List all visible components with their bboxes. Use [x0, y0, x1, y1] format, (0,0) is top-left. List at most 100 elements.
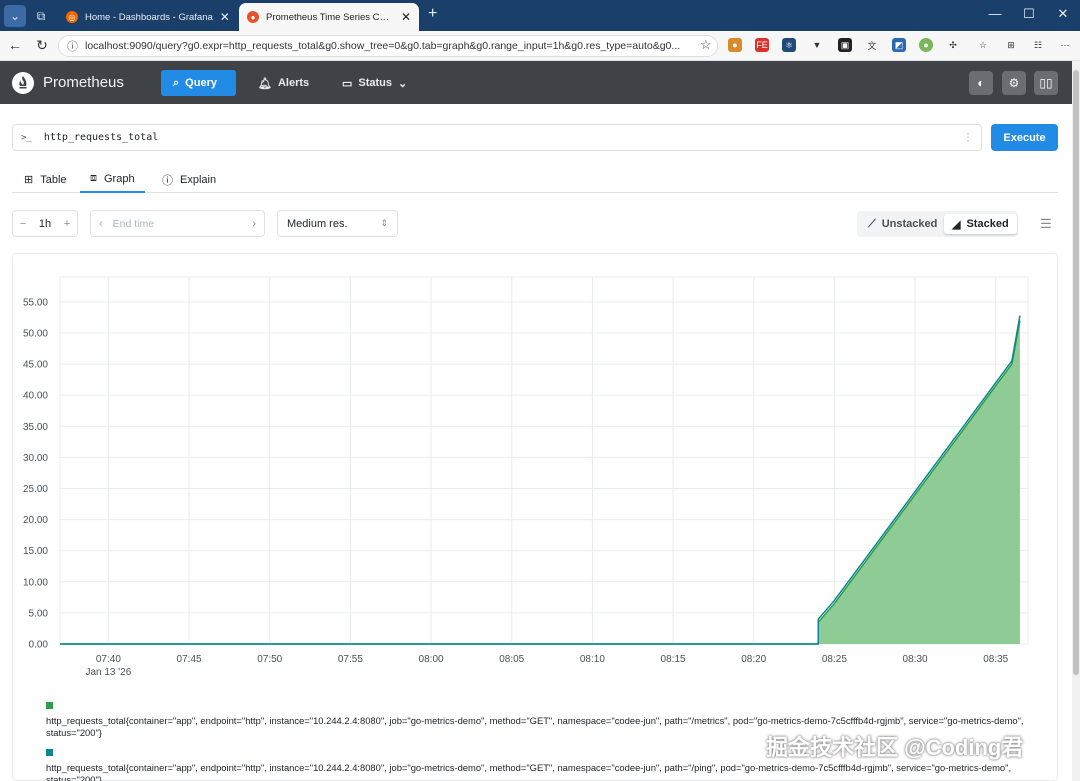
green-extension-icon[interactable]: ● [919, 38, 933, 52]
maximize-button[interactable]: ☐ [1018, 6, 1040, 22]
fe-extension-icon[interactable]: FE [755, 38, 769, 52]
translate-extension-icon[interactable]: 文 [865, 38, 879, 52]
browser-tab-grafana[interactable]: ◎ Home - Dashboards - Grafana ✕ [58, 3, 236, 31]
close-icon[interactable]: ✕ [401, 10, 411, 24]
x-tick-label: 08:25 [822, 654, 847, 665]
select-arrows-icon: ⇕ [380, 218, 388, 228]
tab-graph-label: Graph [104, 172, 135, 185]
y-tick-label: 50.00 [23, 328, 48, 339]
chevron-right-icon[interactable]: › [252, 218, 256, 230]
expression-text: http_requests_total [43, 132, 159, 143]
x-tick-label: 08:30 [903, 654, 928, 665]
site-info-icon[interactable]: ⓘ [67, 38, 78, 54]
window-close-button[interactable]: ✕ [1052, 6, 1074, 22]
extensions-puzzle-icon[interactable]: ✣ [946, 38, 960, 52]
y-tick-label: 5.00 [29, 608, 49, 619]
chevron-left-icon[interactable]: ‹ [99, 218, 103, 230]
cookie-extension-icon[interactable]: ● [728, 38, 742, 52]
close-icon[interactable]: ✕ [220, 10, 230, 24]
nav-alerts-label: Alerts [277, 77, 310, 89]
tab-title: Prometheus Time Series Collection [266, 11, 394, 23]
more-menu-icon[interactable]: ⋯ [1058, 38, 1072, 52]
series-color-swatch [46, 749, 53, 756]
favorite-star-icon[interactable]: ☆ [700, 37, 712, 53]
table-icon: ⊞ [24, 174, 34, 186]
vue-extension-icon[interactable]: ▼ [810, 38, 824, 52]
favorites-icon[interactable]: ☆ [976, 38, 990, 52]
tab-explain-label: Explain [180, 173, 217, 186]
y-tick-label: 55.00 [23, 297, 48, 308]
tab-explain[interactable]: ⓘ Explain [152, 166, 226, 193]
y-tick-label: 40.00 [23, 391, 48, 402]
stacked-label: Stacked [966, 218, 1009, 230]
x-tick-label: 08:35 [983, 654, 1008, 665]
contrast-icon: ◐ [977, 76, 985, 90]
y-tick-label: 30.00 [23, 453, 48, 464]
legend-label: http_requests_total{container="app", end… [46, 762, 1012, 781]
y-tick-label: 10.00 [23, 577, 48, 588]
new-tab-button[interactable]: + [428, 5, 437, 23]
execute-button[interactable]: Execute [991, 124, 1058, 151]
react-extension-icon[interactable]: ⚛ [782, 38, 796, 52]
prometheus-logo-icon[interactable] [12, 72, 34, 94]
area-chart-icon: ◢ [952, 218, 961, 231]
end-time-picker[interactable]: ‹ End time › [90, 210, 265, 237]
nav-query-button[interactable]: ⌕ Query [161, 70, 236, 96]
gear-icon: ⚙ [1008, 76, 1020, 90]
resolution-value: Medium res. [287, 217, 348, 230]
resolution-select[interactable]: Medium res. ⇕ [277, 210, 398, 237]
tab-table-label: Table [40, 173, 67, 186]
nav-query-label: Query [185, 77, 217, 89]
nav-status-button[interactable]: ▭ Status ⌄ [330, 70, 419, 96]
tab-actions-button[interactable]: ⌄ [4, 5, 26, 27]
settings-button[interactable]: ⚙ [1002, 71, 1026, 95]
unstacked-button[interactable]: ⟋ Unstacked [860, 214, 945, 234]
server-icon: ▭ [342, 77, 353, 90]
range-input[interactable]: − 1h + [12, 210, 78, 237]
info-icon: ⓘ [162, 174, 173, 187]
docs-button[interactable]: ▯▯ [1034, 71, 1058, 95]
chevron-down-icon: ⌄ [9, 9, 21, 23]
brand-title[interactable]: Prometheus [43, 74, 124, 91]
watermark: 掘金技术社区 @Coding君 [766, 735, 1024, 760]
tab-table[interactable]: ⊞ Table [14, 166, 77, 193]
x-tick-label: 08:05 [499, 654, 524, 665]
profile-icon[interactable]: ☷ [1031, 38, 1045, 52]
url-field[interactable]: ⓘ localhost:9090/query?g0.expr=http_requ… [58, 35, 718, 57]
range-increase-button[interactable]: + [57, 218, 77, 230]
reload-icon[interactable]: ↻ [33, 37, 51, 54]
x-tick-label: 08:20 [741, 654, 766, 665]
x-tick-label: 07:40 [96, 654, 121, 665]
x-tick-label: 08:15 [661, 654, 686, 665]
prometheus-favicon-icon: ● [247, 11, 259, 23]
series-area-metrics[interactable] [60, 320, 1020, 644]
url-text: localhost:9090/query?g0.expr=http_reques… [85, 40, 681, 52]
grafana-favicon-icon: ◎ [66, 11, 78, 23]
minimize-button[interactable]: — [984, 6, 1006, 21]
scrollbar-thumb[interactable] [1073, 70, 1079, 675]
screenshot-extension-icon[interactable]: ◩ [892, 38, 906, 52]
tab-graph[interactable]: ⧈ Graph [80, 166, 145, 193]
tab-title: Home - Dashboards - Grafana [85, 11, 213, 23]
range-decrease-button[interactable]: − [13, 218, 33, 230]
nav-alerts-button[interactable]: 🔔︎ Alerts [246, 70, 321, 96]
collections-icon[interactable]: ⊞ [1004, 38, 1018, 52]
range-value[interactable]: 1h [33, 218, 57, 230]
unstacked-label: Unstacked [881, 218, 938, 230]
workspaces-button[interactable]: ⧉ [30, 5, 52, 27]
expression-input[interactable]: >_ http_requests_total ⋮ [12, 124, 982, 151]
kebab-menu-icon[interactable]: ⋮ [963, 132, 973, 143]
terminal-icon: >_ [21, 132, 32, 143]
graph-settings-button[interactable]: ☰ [1034, 212, 1058, 236]
stacked-button[interactable]: ◢ Stacked [944, 214, 1017, 234]
y-tick-label: 0.00 [29, 640, 49, 651]
x-tick-label: 07:45 [177, 654, 202, 665]
chart-icon: ⧈ [90, 172, 97, 184]
theme-toggle-button[interactable]: ◐ [969, 71, 993, 95]
browser-tab-prometheus[interactable]: ● Prometheus Time Series Collection ✕ [239, 3, 419, 31]
y-tick-label: 20.00 [23, 515, 48, 526]
sliders-icon: ☰ [1040, 216, 1052, 231]
nav-status-label: Status [358, 77, 393, 89]
qr-extension-icon[interactable]: ▣ [838, 38, 852, 52]
back-arrow-icon[interactable]: ← [6, 37, 24, 53]
